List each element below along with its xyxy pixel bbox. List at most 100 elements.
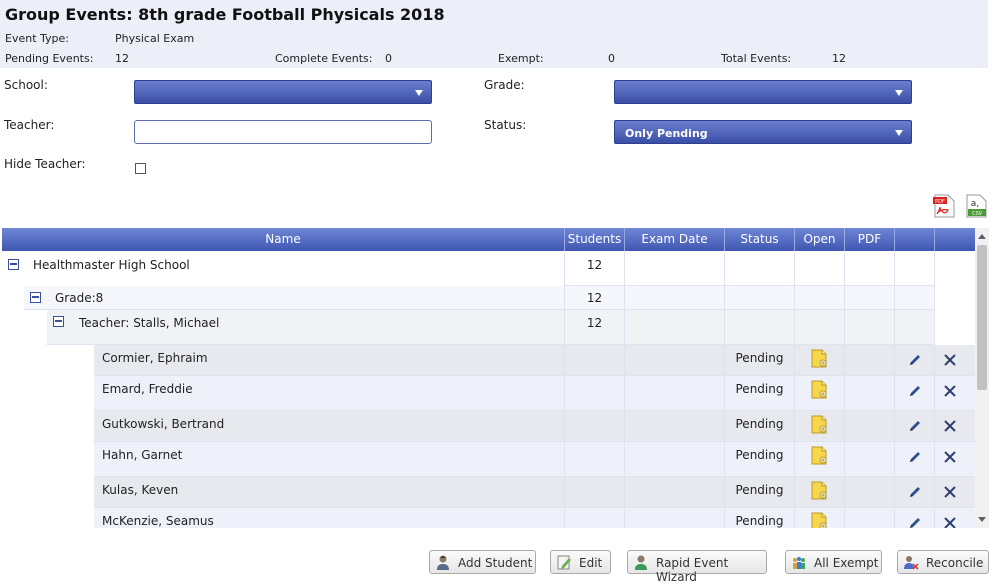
student-name: McKenzie, Seamus <box>102 514 214 528</box>
student-status: Pending <box>725 442 795 477</box>
svg-text:a,: a, <box>971 199 979 209</box>
open-note-icon[interactable] <box>810 415 828 434</box>
exempt-label: Exempt: <box>498 52 544 65</box>
group-icon <box>793 557 805 569</box>
column-header-open[interactable]: Open <box>795 228 845 251</box>
scrollbar-thumb[interactable] <box>977 245 987 390</box>
event-type-label: Event Type: <box>5 32 69 45</box>
reconcile-icon <box>904 556 919 570</box>
complete-events-value: 0 <box>385 52 392 65</box>
teacher-label: Teacher: <box>4 118 55 132</box>
rapid-event-wizard-label: Rapid Event Wizard <box>656 556 729 584</box>
open-note-icon[interactable] <box>810 349 828 368</box>
delete-x-icon[interactable] <box>943 450 957 464</box>
delete-x-icon[interactable] <box>943 353 957 367</box>
grid-scrollbar[interactable] <box>975 228 989 528</box>
edit-pencil-icon[interactable] <box>908 353 922 367</box>
student-status: Pending <box>725 411 795 442</box>
column-header-students[interactable]: Students <box>565 228 625 251</box>
open-note-icon[interactable] <box>810 380 828 399</box>
grade-label: Grade: <box>484 78 525 92</box>
student-name: Emard, Freddie <box>102 382 193 396</box>
student-row[interactable]: Emard, Freddie Pending <box>2 376 975 411</box>
delete-x-icon[interactable] <box>943 419 957 433</box>
student-name: Cormier, Ephraim <box>102 351 208 365</box>
total-events-value: 12 <box>832 52 846 65</box>
student-row[interactable]: Kulas, Keven Pending <box>2 477 975 508</box>
event-type-value: Physical Exam <box>115 32 195 45</box>
edit-pencil-icon[interactable] <box>908 485 922 499</box>
svg-text:PDF: PDF <box>935 199 945 205</box>
collapse-school-toggle[interactable] <box>8 259 19 270</box>
edit-pencil-icon[interactable] <box>908 516 922 528</box>
student-name: Kulas, Keven <box>102 483 179 497</box>
edit-label: Edit <box>579 556 603 570</box>
status-dropdown-value: Only Pending <box>625 127 708 140</box>
exempt-value: 0 <box>608 52 615 65</box>
school-dropdown[interactable] <box>134 80 432 104</box>
scroll-up-icon[interactable] <box>978 234 986 239</box>
column-header-pdf[interactable]: PDF <box>845 228 895 251</box>
column-header-name[interactable]: Name <box>2 228 565 251</box>
add-student-button[interactable]: Add Student <box>429 550 536 574</box>
csv-export-icon[interactable]: a, CSV <box>964 194 989 218</box>
scroll-down-icon[interactable] <box>978 517 986 522</box>
column-header-exam-date[interactable]: Exam Date <box>625 228 725 251</box>
student-status: Pending <box>725 508 795 528</box>
edit-pencil-icon[interactable] <box>908 384 922 398</box>
column-header-status[interactable]: Status <box>725 228 795 251</box>
teacher-students-count: 12 <box>565 310 625 345</box>
grid-header: Name Students Exam Date Status Open PDF <box>2 228 975 251</box>
edit-pencil-icon[interactable] <box>908 450 922 464</box>
add-student-label: Add Student <box>458 556 533 570</box>
student-status: Pending <box>725 376 795 411</box>
group-events-grid: Name Students Exam Date Status Open PDF … <box>2 228 975 528</box>
edit-button[interactable]: Edit <box>550 550 611 574</box>
svg-text:CSV: CSV <box>972 211 983 217</box>
grade-group-row: Grade:8 12 <box>2 286 975 310</box>
teacher-name: Teacher: Stalls, Michael <box>79 316 220 330</box>
grade-dropdown[interactable] <box>614 80 912 104</box>
delete-x-icon[interactable] <box>943 516 957 528</box>
delete-x-icon[interactable] <box>943 485 957 499</box>
open-note-icon[interactable] <box>810 446 828 465</box>
student-icon <box>437 555 449 570</box>
column-header-edit <box>895 228 935 251</box>
hide-teacher-checkbox[interactable] <box>135 163 146 174</box>
hide-teacher-label: Hide Teacher: <box>4 157 86 171</box>
teacher-input[interactable] <box>134 120 432 144</box>
student-row[interactable]: Hahn, Garnet Pending <box>2 442 975 477</box>
event-summary-panel: Group Events: 8th grade Football Physica… <box>0 0 988 68</box>
school-group-row: Healthmaster High School 12 <box>2 251 975 286</box>
student-row[interactable]: Gutkowski, Bertrand Pending <box>2 411 975 442</box>
edit-pencil-icon[interactable] <box>908 419 922 433</box>
wizard-icon <box>635 555 647 570</box>
open-note-icon[interactable] <box>810 481 828 500</box>
pending-events-label: Pending Events: <box>5 52 94 65</box>
student-status: Pending <box>725 477 795 508</box>
collapse-grade-toggle[interactable] <box>30 292 41 303</box>
open-note-icon[interactable] <box>810 512 828 528</box>
total-events-label: Total Events: <box>721 52 792 65</box>
chevron-down-icon <box>415 90 423 96</box>
page-title: Group Events: 8th grade Football Physica… <box>5 5 445 24</box>
column-header-delete <box>935 228 975 251</box>
pdf-export-icon[interactable]: PDF <box>932 194 957 218</box>
status-label: Status: <box>484 118 527 132</box>
status-dropdown[interactable]: Only Pending <box>614 120 912 144</box>
student-name: Hahn, Garnet <box>102 448 183 462</box>
reconcile-button[interactable]: Reconcile <box>897 550 989 574</box>
chevron-down-icon <box>895 130 903 136</box>
student-row[interactable]: Cormier, Ephraim Pending <box>2 345 975 376</box>
all-exempt-button[interactable]: All Exempt <box>785 550 882 574</box>
school-label: School: <box>4 78 48 92</box>
collapse-teacher-toggle[interactable] <box>53 316 64 327</box>
teacher-group-row: Teacher: Stalls, Michael 12 <box>2 310 975 345</box>
grade-name: Grade:8 <box>55 291 104 305</box>
student-status: Pending <box>725 345 795 376</box>
student-row[interactable]: McKenzie, Seamus Pending <box>2 508 975 528</box>
delete-x-icon[interactable] <box>943 384 957 398</box>
all-exempt-label: All Exempt <box>814 556 879 570</box>
chevron-down-icon <box>895 90 903 96</box>
rapid-event-wizard-button[interactable]: Rapid Event Wizard <box>627 550 767 584</box>
